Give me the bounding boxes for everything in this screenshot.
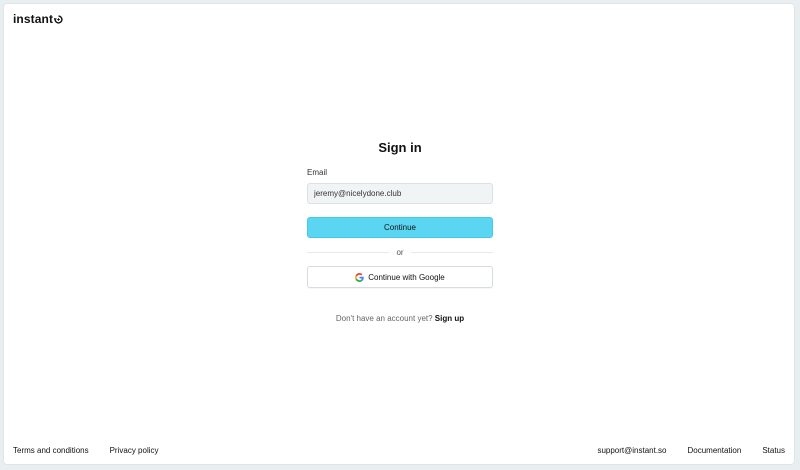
- status-link[interactable]: Status: [762, 446, 785, 455]
- page-frame: instant Sign in Email Continue or Contin…: [3, 3, 795, 465]
- page-title: Sign in: [378, 140, 422, 155]
- terms-link[interactable]: Terms and conditions: [13, 446, 89, 455]
- instant-logo[interactable]: instant: [13, 12, 63, 26]
- signup-prompt: Don't have an account yet? Sign up: [307, 314, 493, 323]
- signup-link[interactable]: Sign up: [435, 314, 464, 323]
- continue-button[interactable]: Continue: [307, 217, 493, 238]
- privacy-link[interactable]: Privacy policy: [110, 446, 159, 455]
- divider-line-right: [410, 251, 493, 253]
- support-email-link[interactable]: support@instant.so: [597, 446, 666, 455]
- divider-text: or: [396, 247, 404, 257]
- documentation-link[interactable]: Documentation: [688, 446, 742, 455]
- no-account-text: Don't have an account yet?: [335, 314, 433, 323]
- email-field[interactable]: [307, 183, 493, 204]
- footer-right-links: support@instant.so Documentation Status: [597, 446, 785, 455]
- or-divider: or: [307, 246, 493, 258]
- logo-text: instant: [13, 12, 54, 26]
- logo-mark-icon: [54, 14, 63, 24]
- footer-left-links: Terms and conditions Privacy policy: [13, 446, 159, 455]
- divider-line-left: [307, 251, 390, 253]
- signin-form: Sign in Email Continue or Continue with …: [307, 140, 493, 323]
- email-label: Email: [307, 168, 328, 177]
- google-button-label: Continue with Google: [368, 272, 445, 282]
- google-icon: [355, 272, 364, 282]
- google-signin-button[interactable]: Continue with Google: [307, 266, 493, 288]
